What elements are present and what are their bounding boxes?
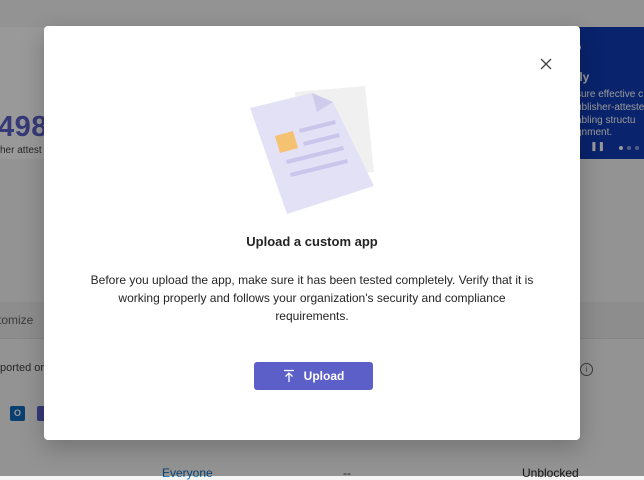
document-illustration <box>250 86 374 214</box>
upload-button[interactable]: Upload <box>254 362 373 390</box>
dialog-title: Upload a custom app <box>246 234 378 249</box>
upload-arrow-icon <box>283 369 294 382</box>
upload-custom-app-dialog: Upload a custom app Before you upload th… <box>44 26 580 440</box>
dialog-description: Before you upload the app, make sure it … <box>90 273 534 323</box>
close-icon <box>540 58 552 70</box>
upload-button-label: Upload <box>303 369 345 383</box>
close-button[interactable] <box>535 53 557 75</box>
